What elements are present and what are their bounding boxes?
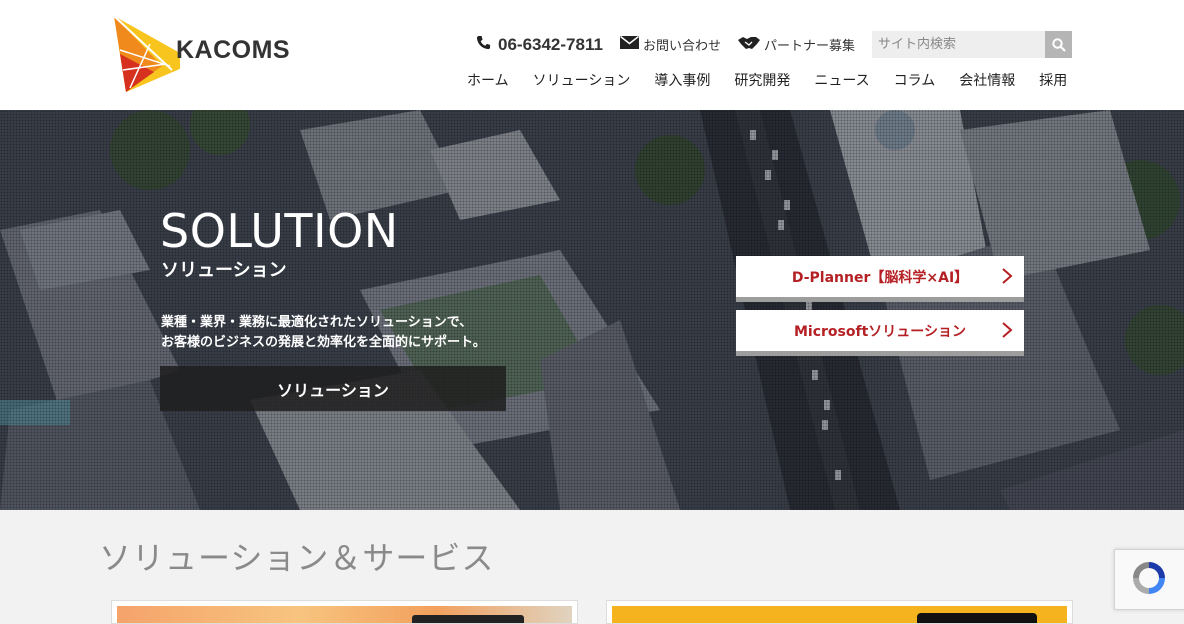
chevron-right-icon — [1002, 322, 1013, 338]
recaptcha-badge[interactable] — [1114, 549, 1184, 610]
chevron-right-icon — [1002, 268, 1013, 284]
nav-recruit[interactable]: 採用 — [1039, 70, 1067, 92]
hero-description: 業種・業界・業務に最適化されたソリューションで、 お客様のビジネスの発展と効率化… — [161, 313, 541, 353]
recaptcha-icon — [1133, 562, 1165, 594]
phone-icon — [476, 35, 491, 54]
hero-title: SOLUTION — [160, 204, 399, 258]
d-planner-button[interactable]: D-Planner【脳科学×AI】 — [736, 256, 1024, 302]
phone-link[interactable]: 06-6342-7811 — [476, 31, 603, 58]
hero-description-line-2: お客様のビジネスの発展と効率化を全面的にサポート。 — [161, 335, 486, 350]
nav-column[interactable]: コラム — [894, 70, 936, 92]
contact-link[interactable]: お問い合わせ — [620, 31, 721, 58]
section-title: ソリューション＆サービス — [99, 539, 495, 577]
microsoft-solution-label: Microsoftソリューション — [793, 323, 966, 340]
main-nav: ホーム ソリューション 導入事例 研究開発 ニュース コラム 会社情報 採用 — [467, 70, 1067, 92]
service-card-2[interactable] — [606, 600, 1073, 624]
site-search — [872, 31, 1072, 58]
nav-home[interactable]: ホーム — [467, 70, 509, 92]
nav-research[interactable]: 研究開発 — [734, 70, 790, 92]
hero-banner: SOLUTION ソリューション 業種・業界・業務に最適化されたソリューションで… — [0, 110, 1184, 510]
search-icon — [1051, 37, 1066, 52]
partner-label: パートナー募集 — [764, 39, 856, 54]
contact-label: お問い合わせ — [643, 39, 722, 54]
device-image — [412, 615, 524, 623]
device-image — [917, 613, 1037, 623]
kacoms-logo[interactable]: KACOMS — [110, 14, 290, 94]
nav-solution[interactable]: ソリューション — [533, 70, 631, 92]
solution-button[interactable]: ソリューション — [160, 366, 506, 411]
search-input[interactable] — [872, 31, 1045, 58]
phone-number: 06-6342-7811 — [498, 34, 603, 54]
logo-mark-icon — [113, 15, 180, 92]
nav-case-studies[interactable]: 導入事例 — [654, 70, 710, 92]
microsoft-solution-button[interactable]: Microsoftソリューション — [736, 310, 1024, 356]
search-button[interactable] — [1045, 31, 1072, 58]
handshake-icon — [738, 36, 760, 54]
nav-news[interactable]: ニュース — [814, 70, 869, 92]
site-header: KACOMS 06-6342-7811 お問い合わせ パートナー募集 サイト内検… — [0, 0, 1184, 110]
logo-text: KACOMS — [176, 36, 291, 64]
nav-company[interactable]: 会社情報 — [959, 70, 1015, 92]
service-card-1[interactable] — [111, 600, 578, 624]
partner-link[interactable]: パートナー募集 — [738, 31, 855, 58]
hero-subtitle: ソリューション — [161, 260, 287, 281]
d-planner-label: D-Planner【脳科学×AI】 — [791, 269, 969, 286]
mail-icon — [620, 35, 639, 53]
hero-description-line-1: 業種・業界・業務に最適化されたソリューションで、 — [161, 315, 473, 330]
